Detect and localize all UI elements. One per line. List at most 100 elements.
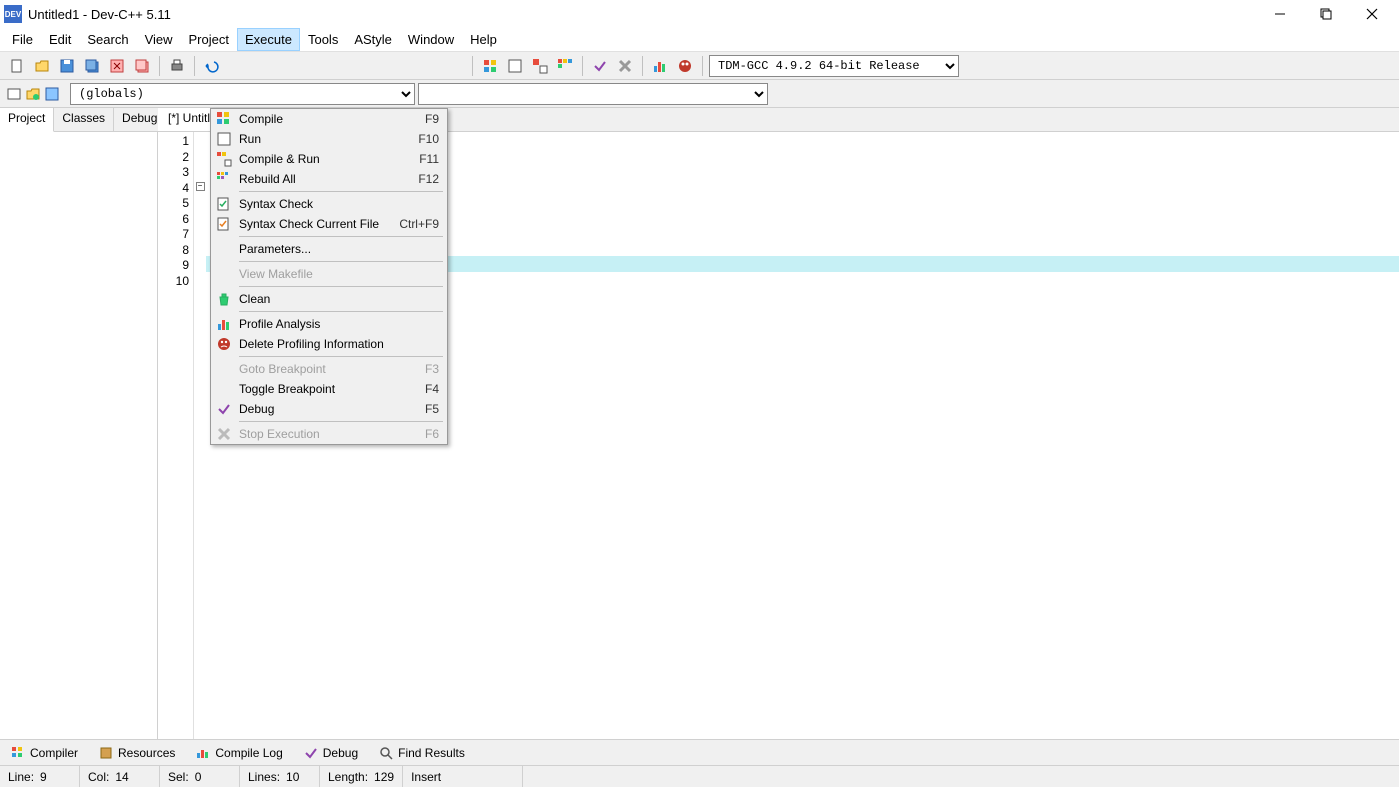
close-all-button[interactable]	[131, 55, 153, 77]
bottom-tab-debug[interactable]: Debug	[297, 743, 364, 763]
status-length: Length:129	[320, 766, 403, 787]
menu-separator	[239, 191, 443, 192]
bottom-tab-find-results[interactable]: Find Results	[372, 743, 471, 763]
close-file-button[interactable]	[106, 55, 128, 77]
bottom-tab-compiler[interactable]: Compiler	[4, 743, 84, 763]
editor-gutter: 12345678910	[158, 132, 194, 739]
bottom-tab-compile-log[interactable]: Compile Log	[189, 743, 288, 763]
compilelog-icon	[195, 745, 211, 761]
sidebar-content	[0, 132, 157, 739]
member-select[interactable]	[418, 83, 768, 105]
profile-icon	[215, 316, 233, 332]
blank-icon	[215, 266, 233, 282]
compile-run-button[interactable]	[529, 55, 551, 77]
new-file-button[interactable]	[6, 55, 28, 77]
blank-icon	[215, 381, 233, 397]
menu-tools[interactable]: Tools	[300, 28, 346, 51]
minimize-button[interactable]	[1257, 0, 1303, 28]
menu-item-view-makefile: View Makefile	[211, 264, 447, 284]
side-tab-classes[interactable]: Classes	[54, 108, 114, 131]
menu-file[interactable]: File	[4, 28, 41, 51]
menu-execute[interactable]: Execute	[237, 28, 300, 51]
menu-item-label: Toggle Breakpoint	[239, 382, 413, 396]
menu-item-stop-execution: Stop ExecutionF6	[211, 424, 447, 444]
menu-item-debug[interactable]: DebugF5	[211, 399, 447, 419]
menu-item-compile-run[interactable]: Compile & RunF11	[211, 149, 447, 169]
menu-item-profile-analysis[interactable]: Profile Analysis	[211, 314, 447, 334]
add-file-button[interactable]	[25, 86, 41, 102]
compiler-select[interactable]: TDM-GCC 4.9.2 64-bit Release	[709, 55, 959, 77]
syntax-icon	[215, 196, 233, 212]
fold-toggle[interactable]: −	[196, 182, 205, 191]
menu-item-syntax-check[interactable]: Syntax Check	[211, 194, 447, 214]
menu-item-label: Clean	[239, 292, 427, 306]
save-button[interactable]	[56, 55, 78, 77]
menu-item-parameters-[interactable]: Parameters...	[211, 239, 447, 259]
menu-item-label: View Makefile	[239, 267, 427, 281]
new-project-button[interactable]	[6, 86, 22, 102]
find-icon	[378, 745, 394, 761]
project-options-button[interactable]	[44, 86, 60, 102]
menu-item-shortcut: F12	[418, 172, 439, 186]
undo-button[interactable]	[201, 55, 223, 77]
menu-astyle[interactable]: AStyle	[346, 28, 400, 51]
status-line: Line:9	[0, 766, 80, 787]
bottom-tab-label: Compiler	[30, 746, 78, 760]
window-title: Untitled1 - Dev-C++ 5.11	[28, 7, 1257, 22]
close-button[interactable]	[1349, 0, 1395, 28]
compile-icon	[215, 111, 233, 127]
menu-help[interactable]: Help	[462, 28, 505, 51]
menu-item-label: Syntax Check Current File	[239, 217, 387, 231]
main-area: ProjectClassesDebug [*] Untitled1 123456…	[0, 108, 1399, 739]
menu-item-label: Delete Profiling Information	[239, 337, 427, 351]
menu-item-syntax-check-current-file[interactable]: Syntax Check Current FileCtrl+F9	[211, 214, 447, 234]
menu-item-compile[interactable]: CompileF9	[211, 109, 447, 129]
menu-item-shortcut: F3	[425, 362, 439, 376]
side-tab-project[interactable]: Project	[0, 108, 54, 132]
open-file-button[interactable]	[31, 55, 53, 77]
menu-item-shortcut: F10	[418, 132, 439, 146]
syntax-file-icon	[215, 216, 233, 232]
menu-separator	[239, 356, 443, 357]
run-button[interactable]	[504, 55, 526, 77]
delete-profile-button[interactable]	[674, 55, 696, 77]
window-controls	[1257, 0, 1395, 28]
toolbar-main: TDM-GCC 4.9.2 64-bit Release	[0, 52, 1399, 80]
resources-icon	[98, 745, 114, 761]
menu-item-label: Compile & Run	[239, 152, 407, 166]
menu-item-shortcut: F4	[425, 382, 439, 396]
bottom-tab-resources[interactable]: Resources	[92, 743, 181, 763]
menu-item-run[interactable]: RunF10	[211, 129, 447, 149]
status-lines: Lines:10	[240, 766, 320, 787]
rebuild-button[interactable]	[554, 55, 576, 77]
menu-item-rebuild-all[interactable]: Rebuild All F12	[211, 169, 447, 189]
toolbar-separator	[472, 56, 473, 76]
menu-separator	[239, 311, 443, 312]
menu-item-delete-profiling-information[interactable]: Delete Profiling Information	[211, 334, 447, 354]
menu-window[interactable]: Window	[400, 28, 462, 51]
compile-button[interactable]	[479, 55, 501, 77]
profile-button[interactable]	[649, 55, 671, 77]
menu-item-label: Rebuild All	[239, 172, 406, 186]
sidebar: ProjectClassesDebug	[0, 108, 158, 739]
maximize-button[interactable]	[1303, 0, 1349, 28]
menu-search[interactable]: Search	[79, 28, 136, 51]
print-button[interactable]	[166, 55, 188, 77]
rebuild-icon	[215, 171, 233, 187]
menu-item-clean[interactable]: Clean	[211, 289, 447, 309]
clean-icon	[215, 291, 233, 307]
save-all-button[interactable]	[81, 55, 103, 77]
menu-item-toggle-breakpoint[interactable]: Toggle Breakpoint F4	[211, 379, 447, 399]
stop-icon	[215, 426, 233, 442]
menu-item-label: Syntax Check	[239, 197, 427, 211]
menu-view[interactable]: View	[137, 28, 181, 51]
stop-button[interactable]	[614, 55, 636, 77]
menu-project[interactable]: Project	[181, 28, 237, 51]
menu-edit[interactable]: Edit	[41, 28, 79, 51]
bottom-tab-label: Debug	[323, 746, 358, 760]
scope-select[interactable]: (globals)	[70, 83, 415, 105]
menu-item-label: Profile Analysis	[239, 317, 427, 331]
status-sel: Sel:0	[160, 766, 240, 787]
debug-button[interactable]	[589, 55, 611, 77]
menu-separator	[239, 236, 443, 237]
